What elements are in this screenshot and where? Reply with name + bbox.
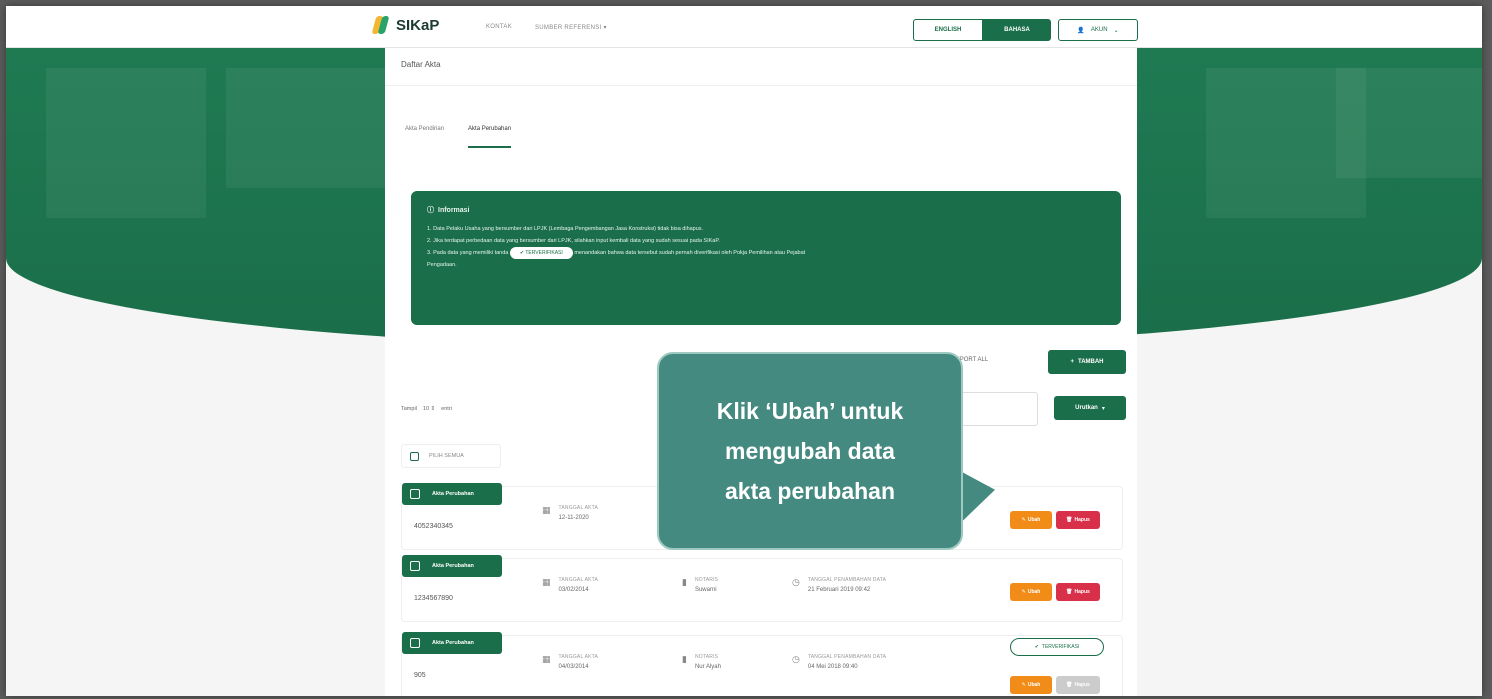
row-checkbox[interactable] bbox=[410, 489, 420, 499]
info-icon: ⓘ bbox=[427, 207, 434, 214]
row-checkbox[interactable] bbox=[410, 561, 420, 571]
info-line-2: 2. Jika terdapat perbedaan data yang ber… bbox=[427, 238, 720, 244]
ubah-button[interactable]: ✎ Ubah bbox=[1010, 511, 1052, 529]
nav-sumber-referensi[interactable]: SUMBER REFERENSI ▾ bbox=[535, 24, 607, 31]
info-line-3: 3. Pada data yang memiliki tanda ✔ TERVE… bbox=[427, 247, 1105, 259]
chevron-down-icon: ▾ bbox=[1101, 405, 1105, 412]
akta-number: 905 bbox=[414, 672, 426, 679]
hapus-button[interactable]: 🗑 Hapus bbox=[1056, 583, 1100, 601]
instruction-callout: Klik ‘Ubah’ untuk mengubah data akta per… bbox=[657, 352, 995, 550]
hapus-button: 🗑 Hapus bbox=[1056, 676, 1100, 694]
row-badge[interactable]: Akta Perubahan bbox=[402, 483, 502, 505]
verified-badge: ✔ TERVERIFIKASI bbox=[1010, 638, 1104, 656]
clock-icon: ◷ bbox=[792, 577, 800, 587]
list-item: Akta Perubahan 1234567890 ▦ TANGGAL AKTA… bbox=[401, 555, 1123, 622]
urutkan-button[interactable]: Urutkan ▾ bbox=[1054, 396, 1126, 420]
tambah-button[interactable]: + TAMBAH bbox=[1048, 350, 1126, 374]
calendar-icon: ▦ bbox=[542, 505, 551, 515]
brand-logo[interactable]: SIKaP bbox=[371, 16, 440, 34]
browser-frame: SIKaP KONTAK SUMBER REFERENSI ▾ ENGLISH … bbox=[6, 6, 1482, 696]
ubah-button[interactable]: ✎ Ubah bbox=[1010, 676, 1052, 694]
lang-bahasa-button[interactable]: BAHASA bbox=[983, 19, 1051, 41]
tanggal-penambahan: ◷ TANGGAL PENAMBAHAN DATA 21 Februari 201… bbox=[792, 577, 887, 593]
row-badge[interactable]: Akta Perubahan bbox=[402, 632, 502, 654]
akta-number: 4052340345 bbox=[414, 523, 453, 530]
akta-number: 1234567890 bbox=[414, 595, 453, 602]
tanggal-akta: ▦ TANGGAL AKTA 04/03/2014 bbox=[542, 654, 599, 670]
bookmark-icon: ▮ bbox=[682, 577, 687, 587]
page-title: Daftar Akta bbox=[385, 48, 1137, 86]
list-item: Akta Perubahan 905 ▦ TANGGAL AKTA 04/03/2… bbox=[401, 632, 1123, 696]
calendar-icon: ▦ bbox=[542, 654, 551, 664]
row-checkbox[interactable] bbox=[410, 638, 420, 648]
info-line-1: 1. Data Pelaku Usaha yang bersumber dari… bbox=[427, 226, 704, 232]
clock-icon: ◷ bbox=[792, 654, 800, 664]
tab-bar: Akta Pendirian Akta Perubahan bbox=[405, 126, 512, 148]
callout-line-2: mengubah data bbox=[725, 438, 895, 464]
nav-kontak[interactable]: KONTAK bbox=[486, 24, 512, 30]
notaris: ▮ NOTARIS Suwarni bbox=[682, 577, 719, 593]
row-badge[interactable]: Akta Perubahan bbox=[402, 555, 502, 577]
hapus-button[interactable]: 🗑 Hapus bbox=[1056, 511, 1100, 529]
page-size-select[interactable]: 10 ⇕ bbox=[423, 406, 435, 412]
callout-line-3: akta perubahan bbox=[725, 478, 895, 504]
page-size-control: Tampil 10 ⇕ entri bbox=[401, 406, 452, 412]
bookmark-icon: ▮ bbox=[682, 654, 687, 664]
sikap-logo-icon bbox=[371, 16, 392, 34]
info-title: Informasi bbox=[438, 207, 470, 214]
tab-akta-pendirian[interactable]: Akta Pendirian bbox=[405, 126, 444, 148]
account-label: AKUN bbox=[1090, 27, 1108, 33]
calendar-icon: ▦ bbox=[542, 577, 551, 587]
notaris: ▮ NOTARIS Nur Alyah bbox=[682, 654, 721, 670]
info-box: ⓘ Informasi 1. Data Pelaku Usaha yang ber… bbox=[411, 191, 1121, 325]
account-button[interactable]: 👤 AKUN ⌄ bbox=[1058, 19, 1138, 41]
tanggal-akta: ▦ TANGGAL AKTA 12-11-2020 bbox=[542, 505, 599, 521]
brand-name: SIKaP bbox=[396, 16, 440, 34]
plus-icon: + bbox=[1070, 359, 1074, 365]
chevron-down-icon: ⌄ bbox=[1113, 27, 1119, 34]
tanggal-penambahan: ◷ TANGGAL PENAMBAHAN DATA 04 Mei 2018 09:… bbox=[792, 654, 887, 670]
lang-english-button[interactable]: ENGLISH bbox=[913, 19, 983, 41]
callout-line-1: Klik ‘Ubah’ untuk bbox=[716, 398, 904, 424]
user-icon: 👤 bbox=[1077, 27, 1085, 34]
ubah-button[interactable]: ✎ Ubah bbox=[1010, 583, 1052, 601]
tanggal-akta: ▦ TANGGAL AKTA 03/02/2014 bbox=[542, 577, 599, 593]
top-navbar: SIKaP KONTAK SUMBER REFERENSI ▾ ENGLISH … bbox=[6, 6, 1482, 48]
select-all-checkbox[interactable]: PILIH SEMUA bbox=[401, 444, 501, 468]
verified-pill: ✔ TERVERIFIKASI bbox=[509, 247, 573, 259]
tab-akta-perubahan[interactable]: Akta Perubahan bbox=[468, 126, 512, 148]
info-line-4: Pengadaan. bbox=[427, 262, 457, 268]
